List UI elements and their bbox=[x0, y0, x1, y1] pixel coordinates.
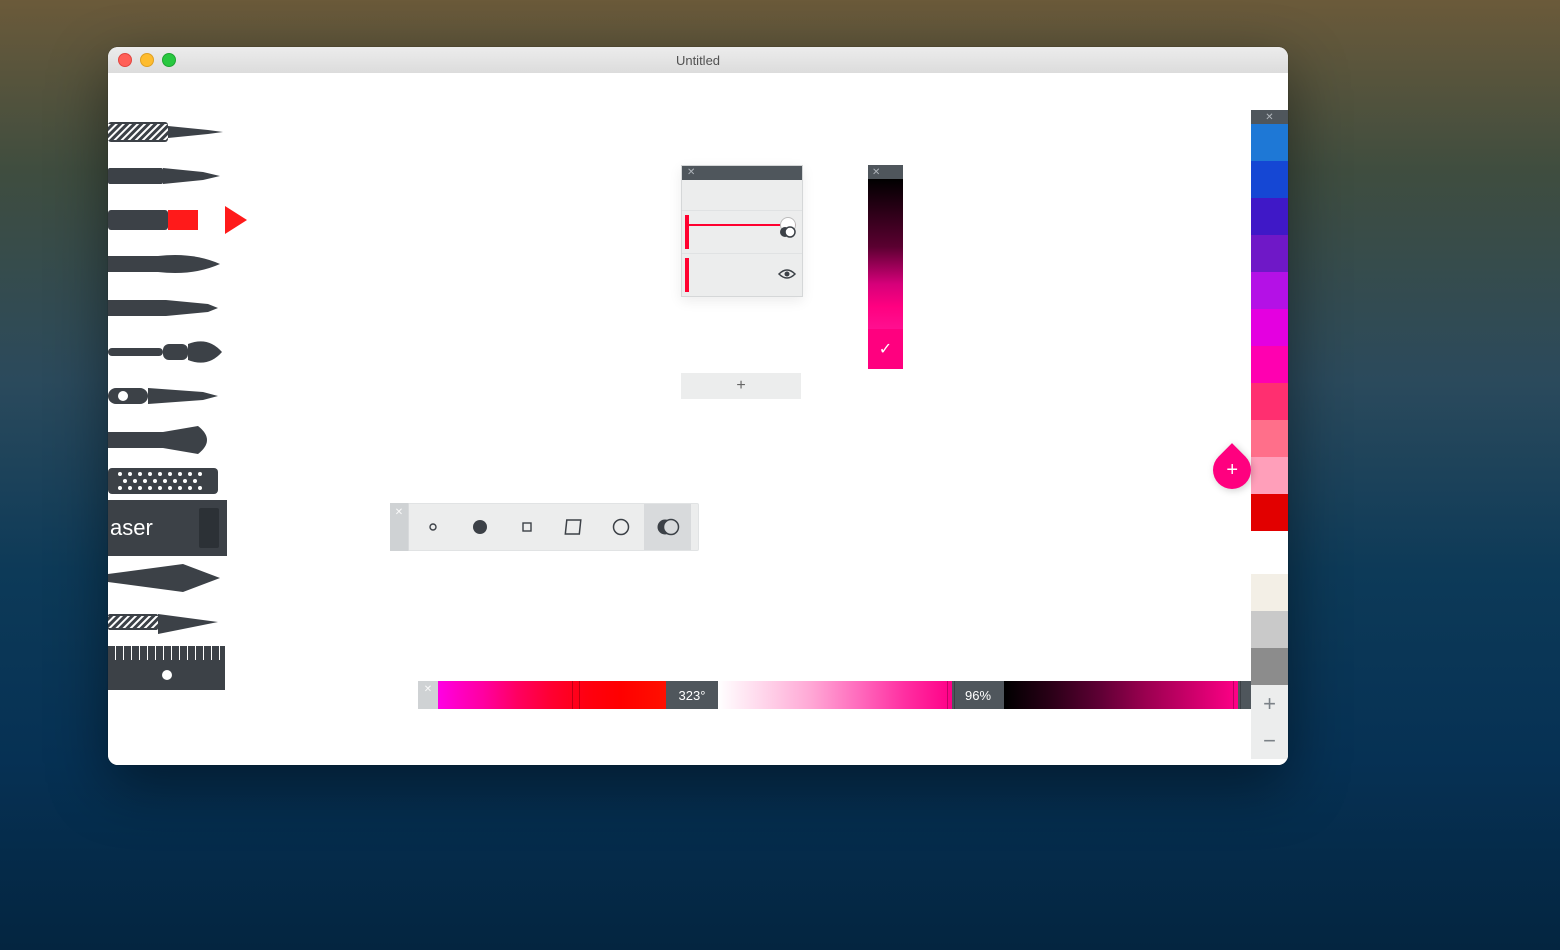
close-icon[interactable]: ✕ bbox=[424, 684, 432, 695]
color-confirm-button[interactable]: ✓ bbox=[868, 329, 903, 369]
tool-pencil[interactable] bbox=[108, 286, 225, 330]
palette-add-button[interactable]: + bbox=[1251, 685, 1288, 722]
tool-fill-bucket[interactable] bbox=[108, 462, 225, 500]
tool-fountain[interactable] bbox=[108, 418, 225, 462]
color-swatch[interactable] bbox=[1251, 457, 1288, 494]
hue-value: 323° bbox=[666, 681, 718, 709]
close-icon[interactable]: ✕ bbox=[395, 507, 403, 518]
shape-bar-handle[interactable]: ✕ bbox=[390, 503, 409, 551]
plus-icon: + bbox=[1263, 691, 1276, 717]
color-swatch[interactable] bbox=[1251, 346, 1288, 383]
color-swatch[interactable] bbox=[1251, 198, 1288, 235]
layer-row[interactable] bbox=[682, 180, 802, 211]
canvas[interactable]: aser ✕ bbox=[108, 73, 1288, 765]
zoom-window-button[interactable] bbox=[162, 53, 176, 67]
shape-square-outline[interactable] bbox=[550, 504, 597, 550]
eraser-label: aser bbox=[110, 515, 153, 541]
layers-panel[interactable]: ✕ bbox=[681, 165, 803, 297]
shape-circle-outline[interactable] bbox=[597, 504, 644, 550]
tool-dropper[interactable] bbox=[108, 374, 225, 418]
color-swatch[interactable] bbox=[1251, 531, 1288, 568]
shape-overlap-circles[interactable] bbox=[644, 504, 691, 550]
tool-paintbrush[interactable] bbox=[108, 330, 225, 374]
palette-remove-button[interactable]: − bbox=[1251, 722, 1288, 759]
titlebar[interactable]: Untitled bbox=[108, 47, 1288, 74]
window-title: Untitled bbox=[676, 53, 720, 68]
tool-eraser[interactable]: aser bbox=[108, 500, 227, 556]
color-swatch[interactable] bbox=[1251, 124, 1288, 161]
shape-bar: ✕ bbox=[390, 503, 699, 551]
hue-slider[interactable]: 323° bbox=[438, 681, 718, 709]
close-icon[interactable]: ✕ bbox=[687, 168, 695, 178]
brightness-slider[interactable]: 86% bbox=[1004, 681, 1288, 709]
check-icon: ✓ bbox=[879, 339, 892, 359]
layer-row[interactable] bbox=[682, 254, 802, 296]
shape-filled-circle[interactable] bbox=[456, 504, 503, 550]
hsb-handle[interactable]: ✕ bbox=[418, 681, 438, 709]
layers-panel-header[interactable]: ✕ bbox=[682, 166, 802, 180]
plus-icon: + bbox=[736, 377, 745, 395]
color-swatch[interactable] bbox=[1251, 420, 1288, 457]
tool-mechanical-pencil[interactable] bbox=[108, 110, 225, 154]
color-swatch[interactable] bbox=[1251, 235, 1288, 272]
app-window: Untitled bbox=[108, 47, 1288, 765]
add-layer-button[interactable]: + bbox=[681, 373, 801, 399]
color-gradient[interactable] bbox=[868, 179, 903, 329]
palette-header[interactable]: ✕ bbox=[1251, 110, 1288, 124]
tool-tray: aser bbox=[108, 110, 225, 765]
traffic-lights bbox=[118, 53, 176, 67]
blend-icon[interactable] bbox=[780, 225, 796, 239]
close-window-button[interactable] bbox=[118, 53, 132, 67]
color-swatch[interactable] bbox=[1251, 648, 1288, 685]
color-swatch[interactable] bbox=[1251, 383, 1288, 420]
color-swatch[interactable] bbox=[1251, 309, 1288, 346]
tool-ruler[interactable] bbox=[108, 644, 225, 690]
plus-icon: + bbox=[1226, 459, 1238, 482]
close-icon[interactable]: ✕ bbox=[872, 167, 880, 178]
saturation-slider[interactable]: 96% bbox=[718, 681, 1004, 709]
color-swatch[interactable] bbox=[1251, 272, 1288, 309]
shape-tiny-square[interactable] bbox=[503, 504, 550, 550]
color-swatch[interactable] bbox=[1251, 574, 1288, 611]
tool-cutter[interactable] bbox=[108, 600, 225, 644]
shape-tiny-circle[interactable] bbox=[409, 504, 456, 550]
close-icon[interactable]: ✕ bbox=[1265, 112, 1273, 123]
color-preview-panel[interactable]: ✕ ✓ bbox=[868, 165, 903, 369]
tool-marker[interactable] bbox=[108, 198, 225, 242]
tool-calligraphy[interactable] bbox=[108, 242, 225, 286]
color-swatch[interactable] bbox=[1251, 611, 1288, 648]
color-swatch[interactable] bbox=[1251, 161, 1288, 198]
tool-airbrush[interactable] bbox=[108, 556, 225, 600]
hsb-sliders: ✕ 323° 96% 86% bbox=[418, 681, 1288, 709]
color-palette: ✕ + − bbox=[1251, 110, 1288, 765]
minus-icon: − bbox=[1263, 728, 1276, 754]
eye-icon[interactable] bbox=[778, 268, 796, 280]
layer-row[interactable] bbox=[682, 211, 802, 254]
color-swatch[interactable] bbox=[1251, 494, 1288, 531]
color-preview-header[interactable]: ✕ bbox=[868, 165, 903, 179]
saturation-value: 96% bbox=[952, 681, 1004, 709]
tool-pen[interactable] bbox=[108, 154, 225, 198]
minimize-window-button[interactable] bbox=[140, 53, 154, 67]
